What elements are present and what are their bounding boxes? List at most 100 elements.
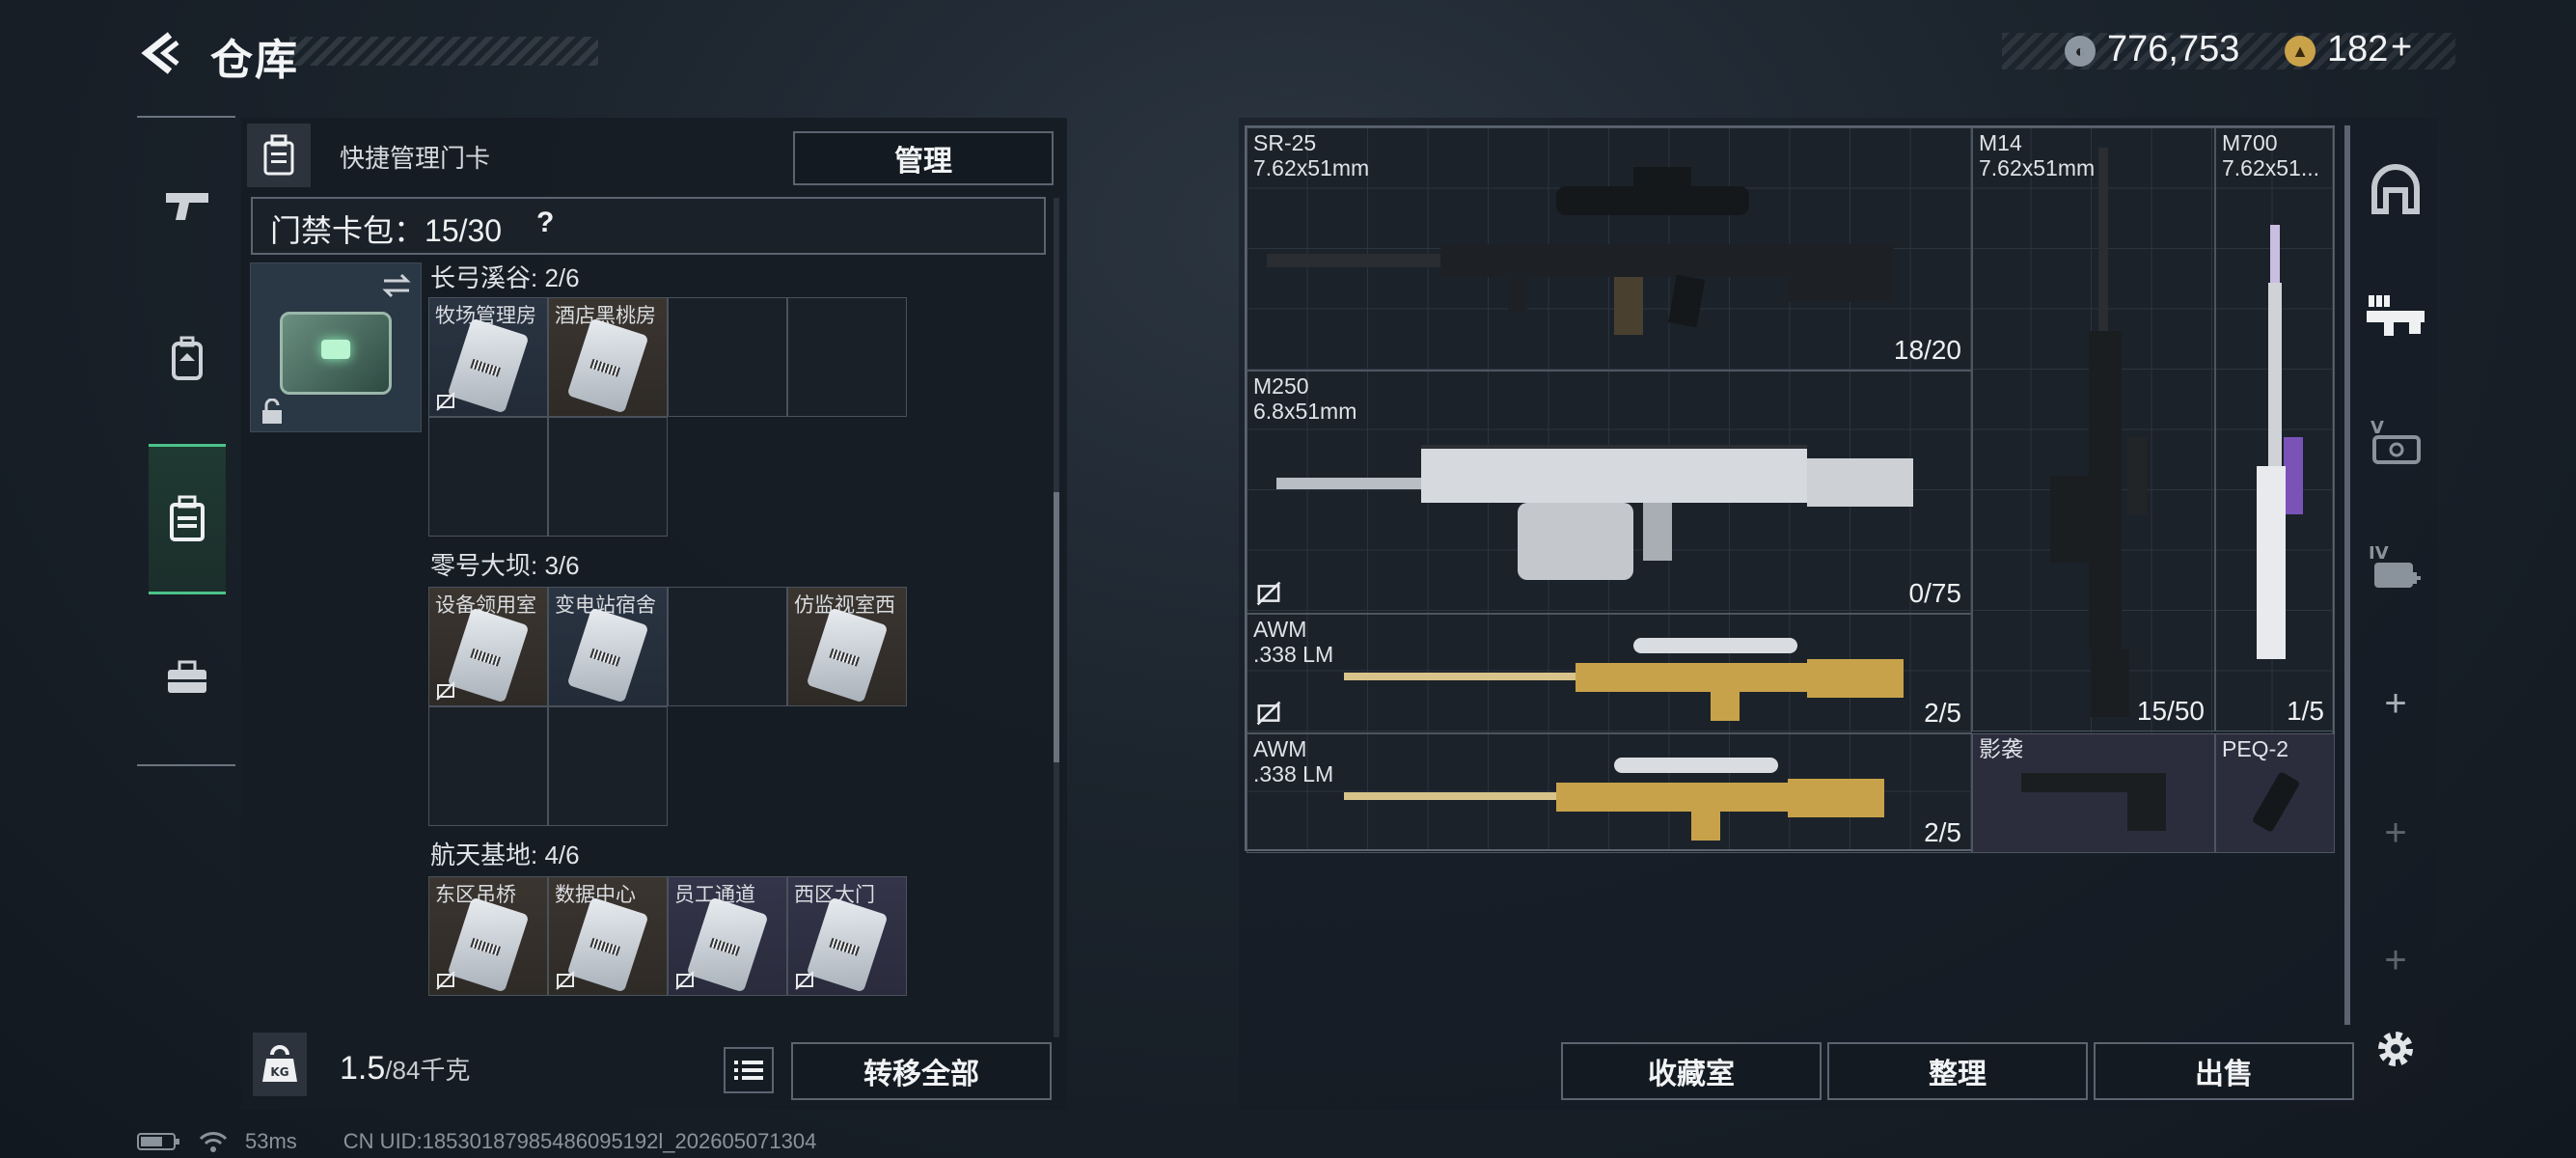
- sniper-image: [1344, 758, 1884, 841]
- backpack-icon: [172, 336, 203, 380]
- keycard-slot[interactable]: 设备领用室: [428, 587, 548, 706]
- weapon-item[interactable]: M250 6.8x51mm 0/75: [1247, 371, 1972, 614]
- kettlebell-icon: KG: [262, 1045, 297, 1082]
- add-tab-button[interactable]: +: [2362, 670, 2429, 737]
- weapon-item[interactable]: AWM .338 LM 2/5: [1247, 614, 1972, 733]
- card-bag-label: 门禁卡包：15/30: [270, 213, 503, 248]
- battery-icon: [137, 1133, 179, 1150]
- nav-keycard-case[interactable]: [149, 444, 226, 594]
- tab-weapons[interactable]: [2362, 282, 2429, 349]
- tab-collection-iv[interactable]: IV: [2362, 533, 2429, 600]
- rifle-image: [1267, 167, 1894, 335]
- toolbox-icon: [168, 660, 206, 693]
- currency-secondary: 182: [2327, 29, 2389, 69]
- transfer-all-button[interactable]: 转移全部: [791, 1042, 1052, 1100]
- weapon-item[interactable]: M700 7.62x51... 1/5: [2215, 127, 2335, 731]
- svg-text:V: V: [2370, 418, 2384, 438]
- weight-icon: KG: [253, 1033, 307, 1096]
- empty-slot[interactable]: [548, 706, 668, 826]
- add-tab-button[interactable]: +: [2362, 926, 2429, 994]
- keycard-slot[interactable]: 员工通道: [668, 876, 787, 996]
- weapon-item[interactable]: M14 7.62x51mm 15/50: [1972, 127, 2215, 731]
- keycard-icon: [806, 607, 889, 703]
- keycard-slot[interactable]: 东区吊桥: [428, 876, 548, 996]
- keycard-case-icon: [263, 134, 294, 176]
- keycard-slot[interactable]: 数据中心: [548, 876, 668, 996]
- section-title: 航天基地: 4/6: [430, 841, 580, 869]
- title-decoration: [289, 37, 598, 66]
- nav-toolbox[interactable]: [149, 639, 226, 716]
- keycard-slot[interactable]: 酒店黑桃房: [548, 297, 668, 417]
- keycard-icon: [806, 896, 889, 993]
- gear-icon: [2378, 1032, 2413, 1066]
- empty-slot[interactable]: [548, 417, 668, 537]
- empty-slot[interactable]: [787, 297, 907, 417]
- keycard-case-icon: [170, 495, 205, 541]
- keycard-slot[interactable]: 仿监视室西: [787, 587, 907, 706]
- ping: 53ms: [245, 1129, 297, 1153]
- empty-slot[interactable]: [428, 706, 548, 826]
- collection-room-button[interactable]: 收藏室: [1561, 1042, 1822, 1100]
- weapon-rack-icon: [2367, 295, 2425, 336]
- sniper-image: [2257, 225, 2303, 659]
- left-scrollbar-thumb[interactable]: [1054, 492, 1059, 762]
- attachment-item[interactable]: PEQ-2: [2215, 733, 2335, 853]
- keycard-case-item[interactable]: [250, 262, 422, 432]
- card-bag-count: 15/30: [425, 213, 503, 248]
- weapon-item[interactable]: AWM .338 LM 2/5: [1247, 733, 1972, 853]
- keycard-slot[interactable]: 西区大门: [787, 876, 907, 996]
- attachment-item[interactable]: 影袭: [1972, 733, 2215, 853]
- sniper-image: [1344, 638, 1904, 721]
- stock-image: [2021, 773, 2166, 831]
- back-button[interactable]: [135, 29, 183, 77]
- sort-button[interactable]: 整理: [1827, 1042, 2088, 1100]
- stash-grid: SR-25 7.62x51mm 18/20 M14 7.62x51mm 15/5…: [1245, 125, 2335, 853]
- keycard-icon: [566, 607, 649, 703]
- nav-weapons[interactable]: [149, 166, 226, 243]
- chest-v-icon: V: [2370, 418, 2421, 464]
- quick-manage-label: 快捷管理门卡: [340, 144, 491, 173]
- side-nav: [137, 116, 235, 766]
- pistol-icon: [166, 193, 208, 220]
- manage-button[interactable]: 管理: [793, 131, 1054, 185]
- no-trade-icon: [436, 971, 455, 990]
- empty-slot[interactable]: [668, 587, 787, 706]
- help-button[interactable]: ?: [536, 207, 554, 239]
- keycard-case-image: [280, 312, 392, 395]
- weapon-item[interactable]: SR-25 7.62x51mm 18/20: [1247, 127, 1972, 371]
- wifi-icon: [199, 1132, 228, 1152]
- swap-icon[interactable]: [380, 271, 413, 300]
- stash-tabs: V IV + + +: [2354, 118, 2437, 1110]
- no-trade-icon: [675, 971, 695, 990]
- premium-coin-icon: ▲: [2285, 36, 2316, 67]
- add-tab-button[interactable]: +: [2362, 799, 2429, 867]
- machine-gun-image: [1276, 445, 1913, 580]
- keycard-grid: 东区吊桥 数据中心 员工通道 西区大门: [428, 876, 917, 996]
- settings-button[interactable]: [2362, 1015, 2429, 1083]
- sell-button[interactable]: 出售: [2094, 1042, 2354, 1100]
- keycard-icon: [566, 896, 649, 993]
- no-trade-icon: [556, 971, 575, 990]
- keycard-icon: [686, 896, 769, 993]
- unlock-icon: [262, 399, 282, 424]
- status-bar: 53ms CN UID:18530187985486095192l_202605…: [137, 1129, 816, 1154]
- keycard-grid: 设备领用室 变电站宿舍 仿监视室西: [428, 587, 917, 834]
- keycard-icon: [447, 607, 530, 703]
- keycard-slot[interactable]: 变电站宿舍: [548, 587, 668, 706]
- keycard-case-header-icon: [247, 124, 311, 187]
- tab-all[interactable]: [2362, 156, 2429, 224]
- keycard-slot[interactable]: 牧场管理房: [428, 297, 548, 417]
- empty-slot[interactable]: [428, 417, 548, 537]
- arch-icon: [2371, 164, 2420, 214]
- keycard-grid: 牧场管理房 酒店黑桃房: [428, 297, 917, 544]
- no-trade-icon: [1256, 581, 1281, 606]
- tab-collection-v[interactable]: V: [2362, 407, 2429, 475]
- list-view-button[interactable]: [724, 1047, 774, 1093]
- laser-image: [2253, 772, 2299, 832]
- empty-slot[interactable]: [668, 297, 787, 417]
- nav-backpack[interactable]: [149, 320, 226, 398]
- no-trade-icon: [436, 392, 455, 411]
- keycard-icon: [566, 317, 649, 414]
- recharge-button[interactable]: +: [2391, 27, 2412, 69]
- right-scrollbar[interactable]: [2344, 125, 2350, 1025]
